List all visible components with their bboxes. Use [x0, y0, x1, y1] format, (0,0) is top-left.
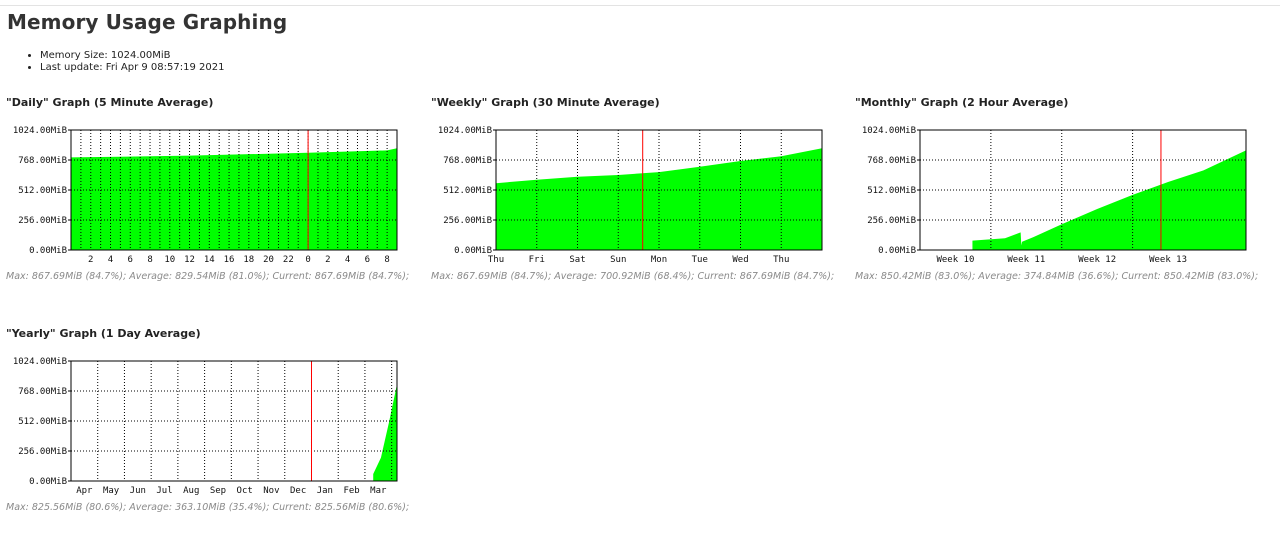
monthly-chart: 0.00MiB 256.00MiB 512.00MiB 768.00MiB 1024.0… — [862, 126, 1247, 265]
x-tick-label: 20 — [263, 255, 274, 265]
yearly-chart: 0.00MiB 256.00MiB 512.00MiB 768.00MiB 1024.0… — [13, 357, 398, 496]
x-tick-label: Sat — [569, 255, 585, 265]
x-tick-label: Aug — [183, 486, 199, 496]
x-tick-label: Jun — [130, 486, 146, 496]
x-tick-label: Fri — [529, 255, 545, 265]
x-tick-label: Mar — [370, 486, 387, 496]
y-tick-label: 0.00MiB — [878, 246, 916, 256]
y-tick-label: 768.00MiB — [867, 156, 916, 166]
x-tick-label: Wed — [732, 255, 748, 265]
top-divider — [0, 5, 1280, 6]
x-tick-label: 8 — [384, 255, 389, 265]
x-tick-label: Thu — [773, 255, 789, 265]
y-tick-label: 512.00MiB — [18, 417, 67, 427]
graph-title: "Daily" Graph (5 Minute Average) — [6, 96, 214, 109]
y-tick-label: 1024.00MiB — [438, 126, 492, 136]
x-tick-label: Jan — [317, 486, 333, 496]
x-tick-label: Apr — [76, 486, 93, 496]
y-tick-label: 0.00MiB — [454, 246, 492, 256]
x-tick-label: 6 — [365, 255, 370, 265]
series-area — [972, 150, 1246, 250]
x-tick-label: Week 12 — [1078, 255, 1116, 265]
x-tick-label: Thu — [488, 255, 504, 265]
x-tick-label: 12 — [184, 255, 195, 265]
x-tick-label: 16 — [224, 255, 235, 265]
y-tick-label: 768.00MiB — [18, 156, 67, 166]
y-tick-label: 0.00MiB — [29, 477, 67, 487]
x-tick-label: 8 — [147, 255, 152, 265]
y-tick-label: 1024.00MiB — [13, 126, 67, 136]
y-tick-label: 512.00MiB — [443, 186, 492, 196]
y-tick-label: 256.00MiB — [18, 447, 67, 457]
y-tick-label: 768.00MiB — [443, 156, 492, 166]
graph-title: "Weekly" Graph (30 Minute Average) — [431, 96, 660, 109]
y-tick-label: 1024.00MiB — [862, 126, 916, 136]
daily-graph: "Daily" Graph (5 Minute Average) 0.00MiB… — [6, 96, 416, 296]
monthly-graph: "Monthly" Graph (2 Hour Average) 0.00MiB… — [855, 96, 1265, 296]
y-tick-label: 256.00MiB — [443, 216, 492, 226]
y-tick-label: 512.00MiB — [18, 186, 67, 196]
x-tick-label: Feb — [343, 486, 359, 496]
x-tick-label: Week 11 — [1007, 255, 1045, 265]
x-tick-label: Dec — [290, 486, 306, 496]
x-tick-label: Nov — [263, 486, 279, 496]
last-update-item: Last update: Fri Apr 9 08:57:19 2021 — [40, 62, 224, 74]
y-tick-label: 0.00MiB — [29, 246, 67, 256]
x-tick-label: Week 13 — [1149, 255, 1187, 265]
info-list: Memory Size: 1024.00MiB Last update: Fri… — [26, 50, 224, 74]
x-tick-label: 4 — [345, 255, 350, 265]
x-tick-label: 22 — [283, 255, 294, 265]
weekly-chart: 0.00MiB 256.00MiB 512.00MiB 768.00MiB 1024.0… — [438, 126, 823, 265]
x-tick-label: 6 — [128, 255, 133, 265]
x-tick-label: Jul — [156, 486, 172, 496]
daily-chart: 0.00MiB 256.00MiB 512.00MiB 768.00MiB 1024.0… — [13, 126, 398, 265]
y-tick-label: 512.00MiB — [867, 186, 916, 196]
y-tick-label: 256.00MiB — [867, 216, 916, 226]
graph-stats: Max: 867.69MiB (84.7%); Average: 700.92M… — [431, 271, 835, 282]
x-tick-label: Mon — [651, 255, 667, 265]
y-tick-label: 256.00MiB — [18, 216, 67, 226]
x-tick-label: Sep — [210, 486, 226, 496]
x-tick-label: May — [103, 486, 120, 496]
yearly-graph: "Yearly" Graph (1 Day Average) 0.00MiB 25… — [6, 327, 416, 527]
memory-size-item: Memory Size: 1024.00MiB — [40, 50, 224, 62]
graph-stats: Max: 867.69MiB (84.7%); Average: 829.54M… — [6, 271, 410, 282]
graph-stats: Max: 825.56MiB (80.6%); Average: 363.10M… — [6, 502, 410, 513]
x-tick-label: 18 — [243, 255, 254, 265]
x-tick-label: 10 — [164, 255, 175, 265]
graph-stats: Max: 850.42MiB (83.0%); Average: 374.84M… — [855, 271, 1259, 282]
x-tick-label: Sun — [610, 255, 626, 265]
x-tick-label: 14 — [204, 255, 215, 265]
graph-title: "Monthly" Graph (2 Hour Average) — [855, 96, 1069, 109]
x-tick-label: Week 10 — [936, 255, 974, 265]
y-tick-label: 768.00MiB — [18, 387, 67, 397]
x-tick-label: 2 — [88, 255, 93, 265]
x-tick-label: Oct — [237, 486, 253, 496]
weekly-graph: "Weekly" Graph (30 Minute Average) 0.00M… — [431, 96, 841, 296]
x-tick-label: Tue — [692, 255, 708, 265]
series-area — [373, 384, 397, 481]
x-tick-label: 2 — [325, 255, 330, 265]
graph-title: "Yearly" Graph (1 Day Average) — [6, 327, 201, 340]
x-tick-label: 4 — [108, 255, 113, 265]
page-title: Memory Usage Graphing — [7, 10, 288, 34]
x-tick-label: 0 — [305, 255, 310, 265]
y-tick-label: 1024.00MiB — [13, 357, 67, 367]
